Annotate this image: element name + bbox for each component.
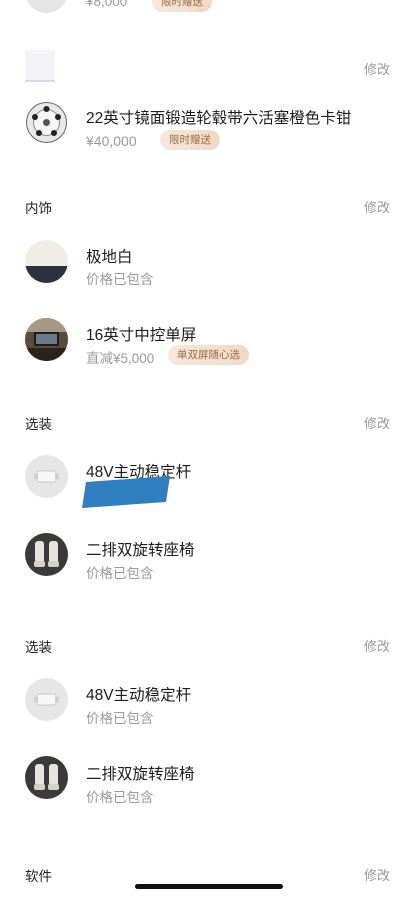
wheel-icon <box>26 102 67 143</box>
interior-swatch-icon <box>25 240 68 283</box>
interior-color-thumbnail <box>25 240 68 283</box>
redacted-price-block <box>82 476 170 508</box>
interior-edit-link[interactable]: 修改 <box>364 197 390 216</box>
screen-thumbnail <box>25 318 68 361</box>
top-item-price: ¥8,000 <box>86 0 128 9</box>
stabilizer-thumbnail <box>25 455 68 498</box>
interior-section-header: 内饰 <box>25 201 52 216</box>
seat-sub-2: 价格已包含 <box>86 790 154 805</box>
options-edit-link-2[interactable]: 修改 <box>364 636 390 655</box>
screen-badge[interactable]: 单双屏随心选 <box>168 345 249 365</box>
screen-icon <box>25 318 68 361</box>
options-section-header-2: 选装 <box>25 640 52 655</box>
wheel-price: ¥40,000 <box>86 133 137 149</box>
seat-title-2: 二排双旋转座椅 <box>86 766 195 783</box>
wheel-badge: 限时赠送 <box>160 130 220 150</box>
top-item-badge: 限时赠送 <box>152 0 212 12</box>
seat-title: 二排双旋转座椅 <box>86 542 195 559</box>
seat-thumbnail-2 <box>25 756 68 799</box>
seat-icon <box>25 756 68 799</box>
home-indicator[interactable] <box>135 884 283 889</box>
stabilizer-thumbnail-2 <box>25 678 68 721</box>
screen-sub: 直减¥5,000 <box>86 351 155 366</box>
options-section-header: 选装 <box>25 417 52 432</box>
exterior-edit-link[interactable]: 修改 <box>364 59 390 78</box>
software-section-header: 软件 <box>25 869 52 884</box>
seat-sub: 价格已包含 <box>86 566 154 581</box>
software-edit-link[interactable]: 修改 <box>364 865 390 884</box>
options-edit-link[interactable]: 修改 <box>364 413 390 432</box>
seat-thumbnail <box>25 533 68 576</box>
wheel-thumbnail <box>25 101 68 144</box>
screen-title: 16英寸中控单屏 <box>86 327 197 344</box>
stabilizer-title-2: 48V主动稳定杆 <box>86 687 192 704</box>
stabilizer-icon <box>34 693 59 706</box>
stabilizer-icon <box>34 470 59 483</box>
partial-swatch <box>25 50 55 82</box>
wheel-title: 22英寸镜面锻造轮毂带六活塞橙色卡钳 <box>86 110 352 127</box>
top-item-thumbnail <box>25 0 68 13</box>
interior-color-sub: 价格已包含 <box>86 272 154 287</box>
seat-icon <box>25 533 68 576</box>
interior-color-title: 极地白 <box>86 249 133 266</box>
stabilizer-sub-2: 价格已包含 <box>86 711 154 726</box>
